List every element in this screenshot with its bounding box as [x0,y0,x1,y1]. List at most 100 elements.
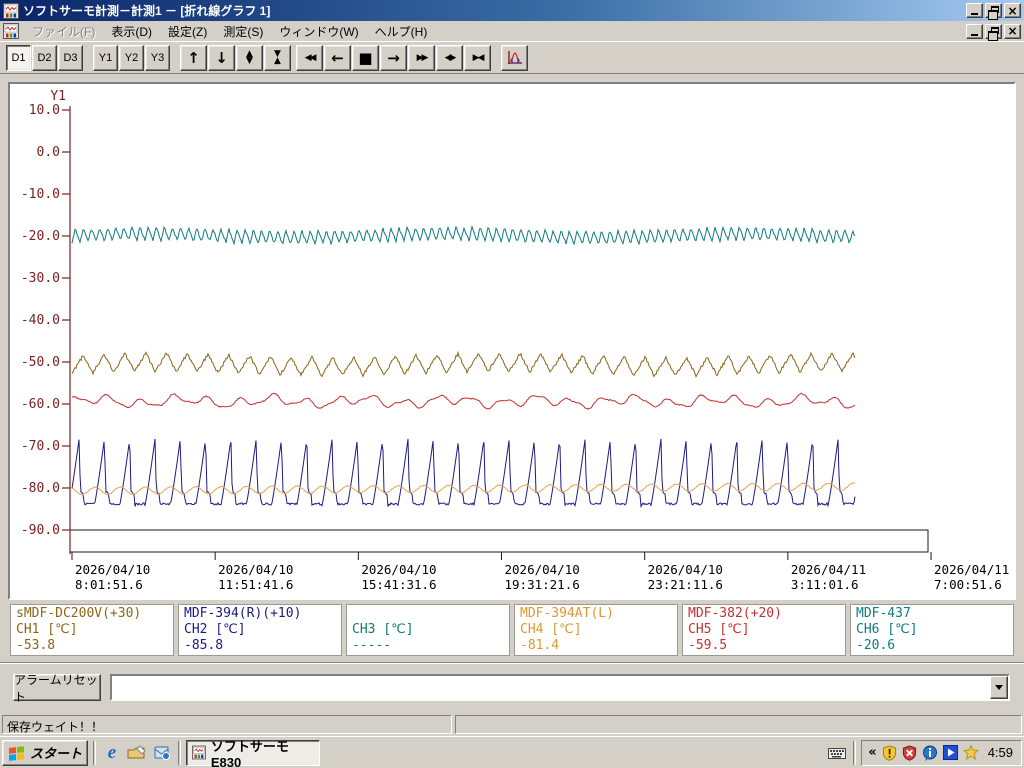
toolbar-y1-button[interactable]: Y1 [93,45,118,71]
channel-name: MDF-394AT(L) [520,606,614,621]
scroll-up-button[interactable]: ↑ [180,45,207,71]
toolbar-y2-button[interactable]: Y2 [119,45,144,71]
toolbar-y3-button[interactable]: Y3 [145,45,170,71]
series-ch2 [71,438,856,509]
line-chart[interactable]: 10.0 0.0 -10.0 -20.0 -30.0 -40.0 -50.0 -60.0 -70… [10,84,1014,598]
channel-name: MDF-394(R)(+10) [184,606,302,621]
alarm-reset-button[interactable]: アラームリセット [13,673,101,704]
close-button[interactable]: × [1004,3,1021,18]
series-ch6 [71,225,856,246]
restore-button[interactable] [985,3,1002,20]
menu-window[interactable]: ウィンドウ(W) [272,21,365,42]
mdi-restore-button[interactable] [985,23,1002,41]
stop-icon: ■ [358,48,373,67]
compress-horizontal-button[interactable]: ▶◀ [464,45,491,71]
minimize-button[interactable] [966,3,983,18]
series-ch4 [71,482,856,496]
svg-text:8:01:51.6: 8:01:51.6 [75,577,143,592]
legend-cell-ch4[interactable]: MDF-394AT(L) CH4 [℃] -81.4 [514,604,678,656]
menu-bar: ファイル(F) 表示(D) 設定(Z) 測定(S) ウィンドウ(W) ヘルプ(H… [0,21,1024,42]
toolbar-d2-button[interactable]: D2 [32,45,57,71]
arrow-up-icon: ↑ [187,48,200,67]
step-forward-button[interactable]: → [380,45,407,71]
channel-label: CH6 [℃] [856,622,918,637]
channel-name [352,606,504,622]
svg-text:-10.0: -10.0 [21,187,60,202]
toolbar-d1-button[interactable]: D1 [6,45,31,71]
taskbar-divider [853,740,857,765]
series-ch1 [71,350,856,378]
menu-file[interactable]: ファイル(F) [25,21,102,42]
legend-cell-ch2[interactable]: MDF-394(R)(+10) CH2 [℃] -85.8 [178,604,342,656]
updates-star-icon[interactable] [962,745,979,760]
media-player-icon[interactable] [942,745,958,760]
start-button[interactable]: スタート [2,739,88,766]
menu-measure[interactable]: 測定(S) [216,21,270,42]
svg-text:2026/04/10: 2026/04/10 [648,562,723,577]
title-bar: ソフトサーモ計測－計測1 － [折れ線グラフ 1] × [0,0,1024,21]
taskbar: スタート e ソフトサーモ E830 « 4:59 [0,736,1024,768]
taskbar-divider [178,740,181,765]
toolbar-d3-button[interactable]: D3 [58,45,83,71]
graph-window-button[interactable] [501,45,528,71]
channel-label: CH4 [℃] [520,622,582,637]
fast-back-button[interactable]: ◀◀ [296,45,323,71]
expand-horizontal-button[interactable]: ◀▶ [436,45,463,71]
svg-text:0.0: 0.0 [37,145,60,160]
show-desktop-icon[interactable] [126,742,148,764]
graph-icon [507,51,522,64]
security-risk-icon[interactable] [902,744,917,761]
status-panel-right [455,715,1022,734]
channel-label: CH5 [℃] [688,622,750,637]
alarm-combo-dropdown-button[interactable] [990,676,1008,699]
channel-value: -85.8 [184,638,224,653]
legend-cell-ch3[interactable]: CH3 [℃] ----- [346,604,510,656]
security-alert-icon[interactable] [882,744,897,761]
channel-name: sMDF-DC200V(+30) [16,606,142,621]
line-chart-panel: 10.0 0.0 -10.0 -20.0 -30.0 -40.0 -50.0 -60.0 -70… [8,82,1016,600]
alarm-combobox[interactable] [110,674,1010,701]
channel-value: -20.6 [856,638,896,653]
app-icon [3,2,19,19]
svg-text:-80.0: -80.0 [21,481,60,496]
menu-settings[interactable]: 設定(Z) [161,21,214,42]
svg-text:2026/04/10: 2026/04/10 [218,562,293,577]
mdi-close-button[interactable]: × [1004,23,1021,39]
mdi-child-icon[interactable] [3,23,19,39]
svg-text:-60.0: -60.0 [21,397,60,412]
channel-name: MDF-437 [856,606,911,621]
compress-vertical-button[interactable]: ▼ ▲ [264,45,291,71]
scroll-down-button[interactable]: ↓ [208,45,235,71]
double-left-icon: ◀◀ [304,52,317,63]
channel-value: -81.4 [520,638,560,653]
outlook-express-icon[interactable] [151,742,173,764]
alarm-row: アラームリセット [0,662,1024,713]
svg-text:-90.0: -90.0 [21,523,60,538]
mdi-minimize-button[interactable] [966,23,983,39]
legend-cell-ch6[interactable]: MDF-437 CH6 [℃] -20.6 [850,604,1014,656]
menu-view[interactable]: 表示(D) [104,21,159,42]
desktop: ソフトサーモ計測－計測1 － [折れ線グラフ 1] × ファイル(F) 表示(D… [0,0,1024,768]
arrow-left-icon: ← [331,48,344,67]
info-balloon-icon[interactable] [922,745,938,761]
svg-text:2026/04/10: 2026/04/10 [505,562,580,577]
expand-vertical-icon: ▲ ▼ [246,49,253,66]
fast-forward-button[interactable]: ▶▶ [408,45,435,71]
taskbar-app-button[interactable]: ソフトサーモ E830 [186,739,320,768]
double-right-icon: ▶▶ [416,52,429,63]
taskbar-clock[interactable]: 4:59 [988,745,1013,760]
svg-text:2026/04/11: 2026/04/11 [791,562,866,577]
taskbar-app-label: ソフトサーモ E830 [210,738,289,768]
language-keyboard-icon[interactable] [826,742,848,764]
legend-cell-ch1[interactable]: sMDF-DC200V(+30) CH1 [℃] -53.8 [10,604,174,656]
minimize-icon [971,13,978,15]
menu-help[interactable]: ヘルプ(H) [368,21,435,42]
stop-button[interactable]: ■ [352,45,379,71]
svg-text:Y1: Y1 [50,89,66,104]
internet-explorer-icon[interactable]: e [101,742,123,764]
svg-text:3:11:01.6: 3:11:01.6 [791,577,859,592]
step-back-button[interactable]: ← [324,45,351,71]
legend-cell-ch5[interactable]: MDF-382(+20) CH5 [℃] -59.5 [682,604,846,656]
expand-vertical-button[interactable]: ▲ ▼ [236,45,263,71]
collapse-chevron-icon[interactable]: « [868,745,876,760]
